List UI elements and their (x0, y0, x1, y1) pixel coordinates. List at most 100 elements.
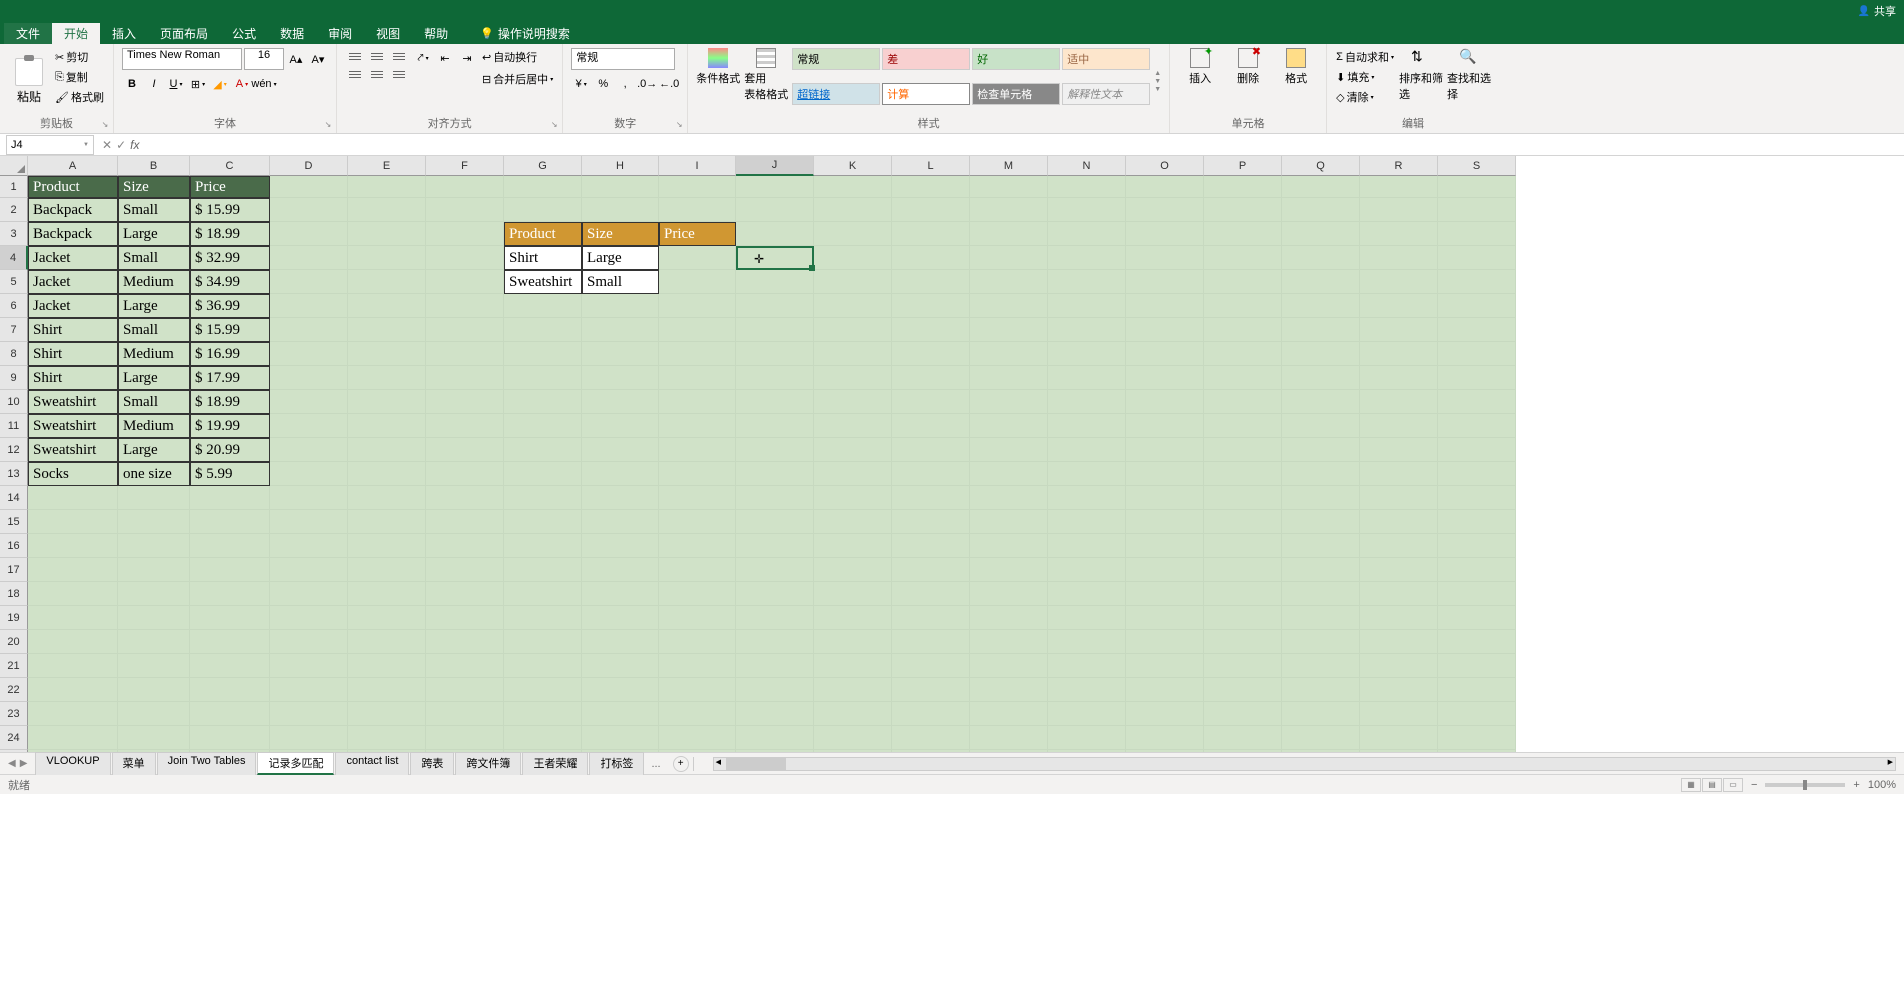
cell[interactable] (1204, 726, 1282, 750)
cell[interactable] (426, 750, 504, 752)
cell[interactable] (426, 486, 504, 510)
cut-button[interactable]: ✂剪切 (54, 48, 105, 66)
cell[interactable] (892, 558, 970, 582)
dialog-launcher-icon[interactable]: ↘ (99, 118, 111, 130)
cell[interactable]: Small (118, 246, 190, 270)
sheet-tab[interactable]: 王者荣耀 (522, 752, 588, 775)
cell[interactable] (270, 222, 348, 246)
cell[interactable] (1204, 438, 1282, 462)
cell[interactable] (504, 318, 582, 342)
cell[interactable] (1360, 198, 1438, 222)
cell[interactable] (736, 270, 814, 294)
cell[interactable] (1048, 558, 1126, 582)
cell[interactable] (190, 654, 270, 678)
col-header[interactable]: E (348, 156, 426, 176)
sheet-nav-last-icon[interactable]: ▶ (20, 758, 28, 769)
format-painter-button[interactable]: 🖌格式刷 (54, 88, 105, 106)
cell[interactable] (892, 390, 970, 414)
cell[interactable] (504, 176, 582, 198)
dialog-launcher-icon[interactable]: ↘ (322, 118, 334, 130)
cell[interactable] (1282, 654, 1360, 678)
cell[interactable] (426, 630, 504, 654)
cell[interactable] (270, 750, 348, 752)
cell[interactable] (28, 726, 118, 750)
cell[interactable] (1282, 222, 1360, 246)
cell[interactable]: Medium (118, 270, 190, 294)
cell[interactable] (1048, 630, 1126, 654)
cell[interactable] (1438, 726, 1516, 750)
row-header[interactable]: 24 (0, 726, 28, 750)
cell[interactable] (270, 390, 348, 414)
row-header[interactable]: 16 (0, 534, 28, 558)
cell[interactable] (1048, 270, 1126, 294)
cell[interactable] (659, 270, 736, 294)
cell[interactable] (1438, 366, 1516, 390)
cell[interactable] (1438, 342, 1516, 366)
cell[interactable] (892, 198, 970, 222)
row-header[interactable]: 23 (0, 702, 28, 726)
insert-cells-button[interactable]: ✦插入 (1178, 48, 1222, 115)
cell[interactable] (1204, 414, 1282, 438)
cell[interactable] (348, 678, 426, 702)
cell[interactable] (1048, 462, 1126, 486)
fill-color-button[interactable]: ◢ (210, 74, 230, 94)
cell[interactable] (582, 486, 659, 510)
cell[interactable] (1204, 318, 1282, 342)
cell[interactable] (582, 366, 659, 390)
cell[interactable] (1438, 630, 1516, 654)
cell[interactable] (1204, 534, 1282, 558)
cell[interactable] (582, 678, 659, 702)
cell[interactable] (814, 366, 892, 390)
cell[interactable] (270, 366, 348, 390)
cell[interactable]: Socks (28, 462, 118, 486)
cell[interactable] (892, 270, 970, 294)
cell[interactable] (426, 462, 504, 486)
cell[interactable] (118, 678, 190, 702)
sheet-tab[interactable]: VLOOKUP (35, 752, 110, 775)
cell[interactable] (659, 462, 736, 486)
align-right-icon[interactable] (389, 66, 409, 82)
cell[interactable] (426, 342, 504, 366)
cell[interactable] (270, 654, 348, 678)
tab-formula[interactable]: 公式 (220, 23, 268, 44)
row-header[interactable]: 14 (0, 486, 28, 510)
sheet-tab[interactable]: 打标签 (589, 752, 644, 775)
cell[interactable] (736, 582, 814, 606)
cell[interactable] (892, 342, 970, 366)
cell[interactable] (1360, 606, 1438, 630)
wrap-text-button[interactable]: ↩自动换行 (481, 48, 554, 66)
cell[interactable]: Shirt (28, 318, 118, 342)
cell[interactable] (582, 414, 659, 438)
row-header[interactable]: 4 (0, 246, 28, 270)
cell[interactable] (736, 750, 814, 752)
cell[interactable]: $ 20.99 (190, 438, 270, 462)
cell[interactable] (1126, 726, 1204, 750)
row-header[interactable]: 3 (0, 222, 28, 246)
formula-input[interactable] (151, 136, 1904, 154)
cell[interactable] (736, 486, 814, 510)
cell[interactable] (1360, 318, 1438, 342)
row-headers[interactable]: 1234567891011121314151617181920212223242… (0, 176, 28, 752)
col-header[interactable]: C (190, 156, 270, 176)
cell[interactable] (1048, 606, 1126, 630)
sheet-tab[interactable]: 跨表 (410, 752, 454, 775)
cell[interactable] (426, 222, 504, 246)
cell[interactable] (28, 678, 118, 702)
italic-button[interactable]: I (144, 74, 164, 94)
cell[interactable] (659, 414, 736, 438)
cell[interactable] (348, 390, 426, 414)
cell[interactable] (270, 582, 348, 606)
cell[interactable] (504, 702, 582, 726)
cell[interactable] (970, 270, 1048, 294)
font-name-select[interactable]: Times New Roman (122, 48, 242, 70)
cell[interactable] (1048, 318, 1126, 342)
cell[interactable]: $ 34.99 (190, 270, 270, 294)
border-button[interactable]: ⊞ (188, 74, 208, 94)
cell[interactable] (28, 534, 118, 558)
col-header[interactable]: Q (1282, 156, 1360, 176)
style-normal[interactable]: 常规 (792, 48, 880, 70)
cell[interactable] (736, 366, 814, 390)
cell[interactable] (1360, 270, 1438, 294)
cell[interactable] (582, 198, 659, 222)
cell[interactable] (28, 582, 118, 606)
